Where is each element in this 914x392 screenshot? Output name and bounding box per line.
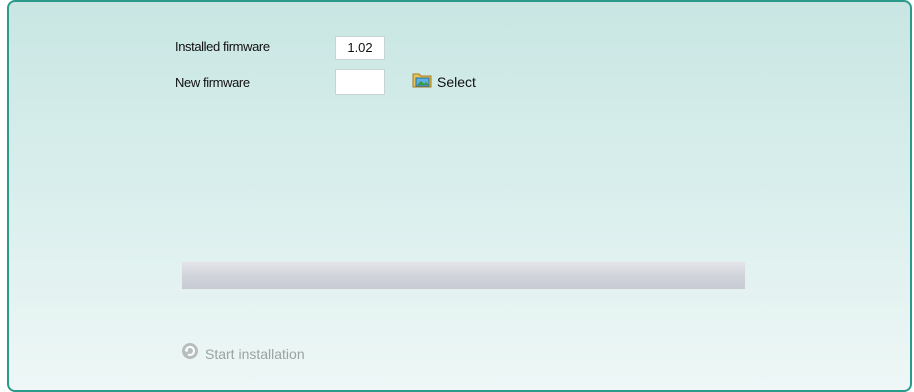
installation-progress-bar — [181, 261, 746, 290]
firmware-update-panel: Installed firmware 1.02 New firmware Sel… — [7, 0, 912, 392]
new-firmware-label: New firmware — [175, 75, 250, 90]
refresh-icon — [181, 342, 199, 365]
installed-firmware-label: Installed firmware — [175, 39, 270, 54]
start-installation-button[interactable]: Start installation — [181, 342, 305, 365]
installed-firmware-value: 1.02 — [335, 36, 385, 60]
select-button-label: Select — [437, 74, 476, 90]
new-firmware-field[interactable] — [335, 69, 385, 95]
select-button[interactable]: Select — [412, 72, 476, 92]
start-installation-label: Start installation — [205, 345, 305, 362]
folder-image-icon — [412, 72, 432, 93]
